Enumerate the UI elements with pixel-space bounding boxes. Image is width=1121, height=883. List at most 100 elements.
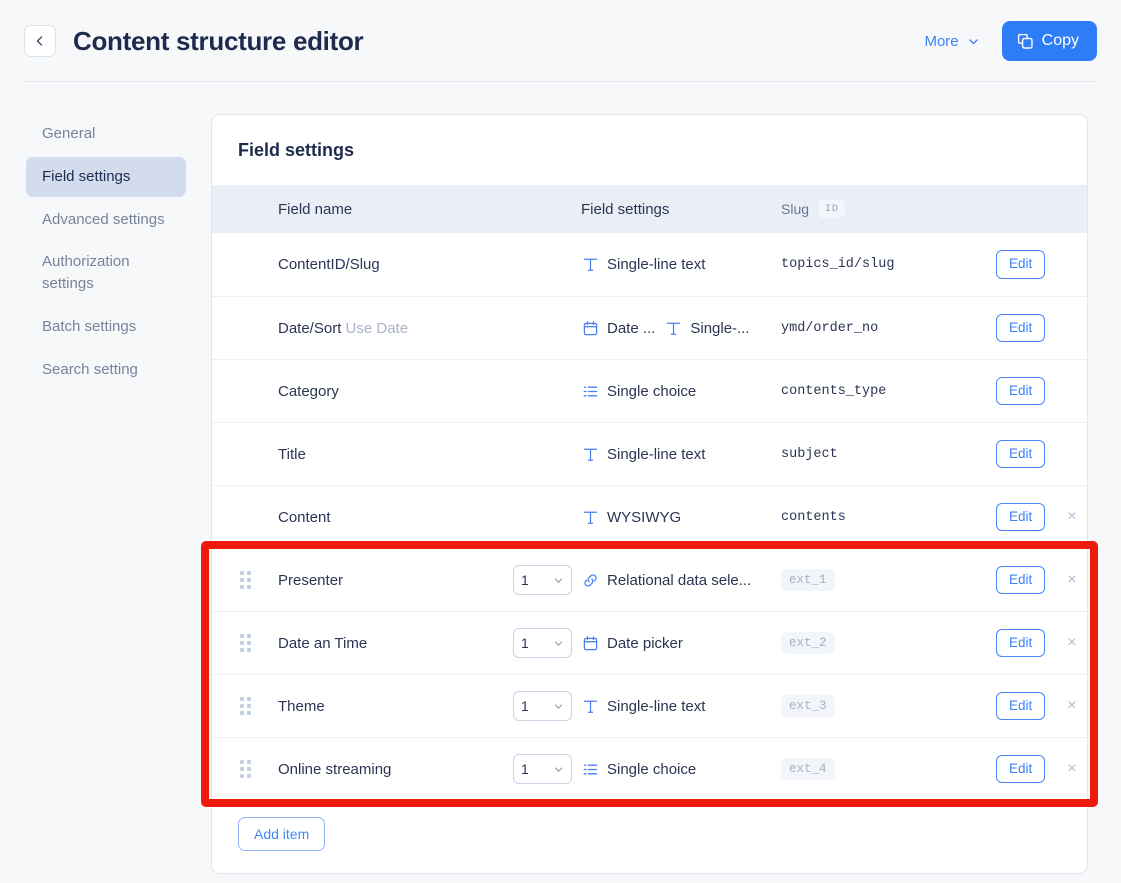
field-type-label: Relational data sele... bbox=[607, 571, 752, 589]
field-slug-cell: subject bbox=[781, 447, 996, 462]
table-row: Date an Time 1 Date picker ext_2 Edit × bbox=[212, 611, 1087, 674]
drag-handle-icon[interactable] bbox=[239, 760, 251, 778]
row-actions-cell: Edit bbox=[996, 439, 1087, 469]
add-item-button[interactable]: Add item bbox=[238, 817, 326, 851]
sidebar-item-label: General bbox=[42, 125, 96, 142]
edit-button[interactable]: Edit bbox=[996, 376, 1046, 406]
row-actions-cell: Edit × bbox=[996, 754, 1087, 784]
sidebar-item-field-settings[interactable]: Field settings bbox=[26, 156, 186, 197]
field-count-select[interactable]: 1 bbox=[513, 691, 572, 721]
field-slug-cell: contents bbox=[781, 510, 996, 525]
table-header-slug: Slug ID bbox=[781, 200, 996, 218]
field-type-cell: WYSIWYG bbox=[581, 508, 781, 526]
table-row: Category Single choice contents_type Edit bbox=[212, 359, 1087, 422]
edit-button[interactable]: Edit bbox=[996, 502, 1046, 532]
sidebar-item-search-setting[interactable]: Search setting bbox=[26, 350, 186, 390]
edit-button[interactable]: Edit bbox=[996, 628, 1046, 658]
list-icon bbox=[583, 385, 597, 396]
arrow-left-icon bbox=[36, 36, 43, 46]
delete-row-button[interactable]: × bbox=[1067, 761, 1076, 777]
field-slug-cell: ymd/order_no bbox=[781, 321, 996, 336]
copy-icon bbox=[1017, 33, 1033, 49]
field-slug-value: subject bbox=[781, 446, 838, 462]
delete-row-button[interactable]: × bbox=[1067, 635, 1076, 651]
field-count-select[interactable]: 1 bbox=[513, 565, 572, 595]
back-button[interactable] bbox=[24, 25, 56, 57]
field-slug-cell: contents_type bbox=[781, 384, 996, 399]
field-count-value: 1 bbox=[521, 761, 529, 777]
field-type-entry: Single choice bbox=[581, 760, 696, 778]
field-slug-value: contents_type bbox=[781, 383, 887, 399]
text-icon bbox=[581, 508, 599, 526]
chevron-down-icon bbox=[554, 703, 563, 709]
drag-handle-icon[interactable] bbox=[239, 571, 251, 589]
edit-button[interactable]: Edit bbox=[996, 754, 1046, 784]
sidebar-item-authorization-settings[interactable]: Authorization settings bbox=[26, 242, 186, 304]
row-actions-cell: Edit bbox=[996, 376, 1087, 406]
list-icon bbox=[581, 760, 599, 778]
calendar-icon bbox=[583, 320, 597, 335]
settings-sidebar: General Field settings Advanced settings Au… bbox=[26, 114, 186, 874]
row-actions-cell: Edit × bbox=[996, 628, 1087, 658]
table-header-field-settings: Field settings bbox=[581, 200, 670, 218]
sidebar-item-batch-settings[interactable]: Batch settings bbox=[26, 307, 186, 347]
edit-button[interactable]: Edit bbox=[996, 565, 1046, 595]
text-icon bbox=[664, 319, 682, 337]
field-slug-cell: ext_2 bbox=[781, 632, 996, 654]
sidebar-item-label: Search setting bbox=[42, 360, 138, 378]
row-handle-cell bbox=[212, 571, 278, 589]
field-slug-value: ext_4 bbox=[781, 758, 835, 780]
field-count-select[interactable]: 1 bbox=[513, 628, 572, 658]
chevron-down-icon bbox=[968, 38, 978, 44]
field-type-entry: WYSIWYG bbox=[581, 508, 681, 526]
drag-handle-icon[interactable] bbox=[239, 697, 251, 715]
field-name-label: Theme bbox=[278, 697, 325, 715]
body-wrapper: General Field settings Advanced settings Au… bbox=[0, 82, 1121, 874]
field-type-label: Single-line text bbox=[607, 256, 706, 273]
delete-row-button[interactable]: × bbox=[1067, 698, 1076, 714]
sidebar-item-label: Batch settings bbox=[42, 317, 137, 335]
sidebar-item-label: Field settings bbox=[42, 167, 131, 185]
field-name-label: Date an Time bbox=[278, 634, 368, 652]
field-type-entry: Date ... bbox=[581, 319, 655, 337]
field-type-cell: Single choice bbox=[581, 760, 781, 778]
card-title: Field settings bbox=[238, 140, 355, 160]
drag-handle-icon[interactable] bbox=[239, 634, 251, 652]
sidebar-item-advanced-settings[interactable]: Advanced settings bbox=[26, 200, 186, 240]
row-count-cell: 1 bbox=[513, 691, 581, 721]
row-count-cell: 1 bbox=[513, 565, 581, 595]
more-button[interactable]: More bbox=[924, 33, 979, 50]
field-type-cell: Single-line text bbox=[581, 256, 781, 274]
field-slug-value: ext_3 bbox=[781, 695, 835, 717]
field-type-entry: Relational data sele... bbox=[581, 571, 751, 589]
row-count-cell: 1 bbox=[513, 628, 581, 658]
card-footer: Add item bbox=[212, 800, 1087, 873]
field-type-entry: Date picker bbox=[581, 634, 683, 652]
edit-button[interactable]: Edit bbox=[996, 313, 1046, 343]
copy-button[interactable]: Copy bbox=[1001, 21, 1097, 61]
field-type-cell: Relational data sele... bbox=[581, 571, 781, 589]
field-type-entry: Single-... bbox=[664, 319, 750, 337]
field-slug-value: contents bbox=[781, 509, 846, 525]
field-slug-value: topics_id/slug bbox=[781, 257, 895, 272]
row-handle-cell bbox=[212, 697, 278, 715]
field-name-label: Category bbox=[278, 382, 339, 400]
table-row: Online streaming 1 Single choice ext_4 Edit × bbox=[212, 737, 1087, 800]
edit-button[interactable]: Edit bbox=[996, 439, 1046, 469]
edit-button[interactable]: Edit bbox=[996, 250, 1046, 279]
field-name-sublabel: Use Date bbox=[345, 319, 409, 337]
calendar-icon bbox=[583, 635, 597, 650]
delete-row-button[interactable]: × bbox=[1067, 509, 1076, 525]
delete-row-button[interactable]: × bbox=[1067, 572, 1076, 588]
field-name-cell: Date/Sort Use Date bbox=[278, 320, 513, 337]
field-count-select[interactable]: 1 bbox=[513, 754, 572, 784]
field-slug-cell: ext_4 bbox=[781, 758, 996, 780]
edit-button[interactable]: Edit bbox=[996, 691, 1046, 721]
field-name-label: Presenter bbox=[278, 571, 344, 589]
field-slug-value: ymd/order_no bbox=[781, 320, 879, 336]
field-type-label: Date ... bbox=[607, 319, 656, 337]
table-row: Date/Sort Use Date Date ... Single-... ymd/… bbox=[212, 296, 1087, 359]
sidebar-item-general[interactable]: General bbox=[26, 114, 186, 154]
field-type-cell: Date picker bbox=[581, 634, 781, 652]
field-name-cell: Theme bbox=[278, 698, 513, 715]
